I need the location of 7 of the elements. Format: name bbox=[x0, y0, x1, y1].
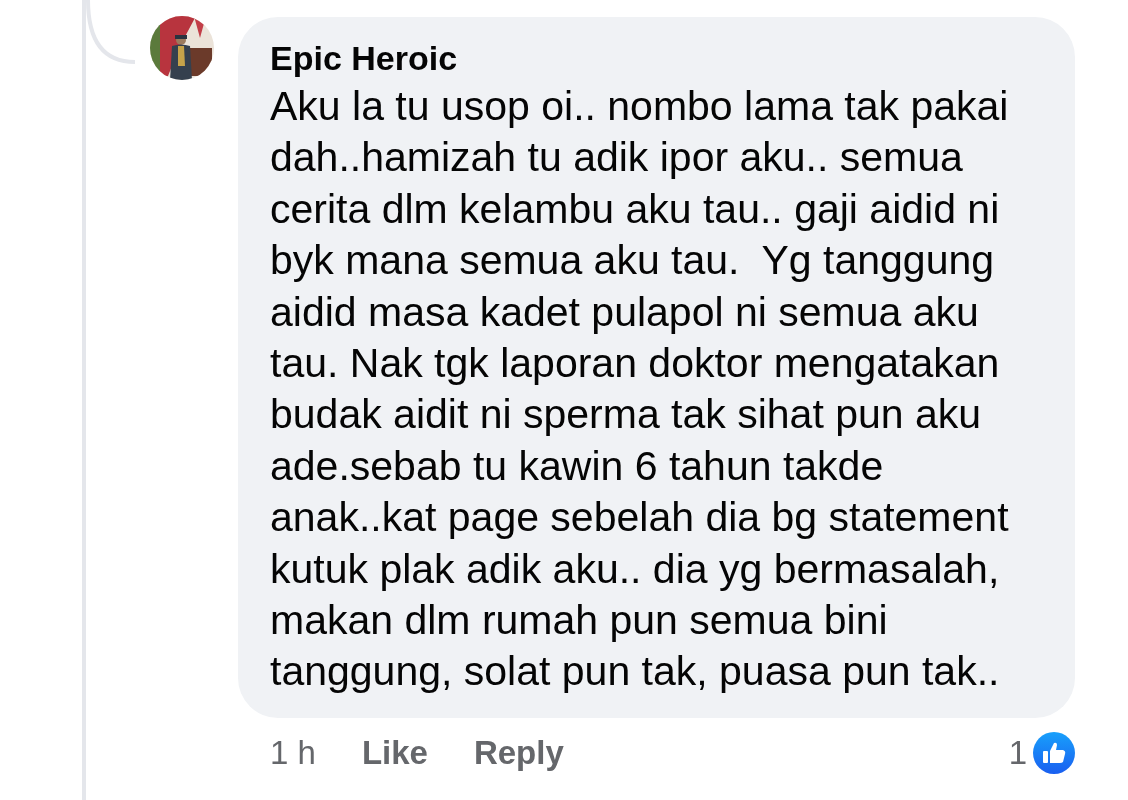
comment-text: Aku la tu usop oi.. nombo lama tak pakai dah..hamizah tu adik ipor aku.. semua cerita dlm kelambu aku tau.. gaji aidid ni byk mana semua aku tau. Yg tanggung aidid masa kadet pulapol ni semua aku tau. Nak tgk laporan doktor mengatakan budak aidit ni sperma tak sihat pun aku ade.sebab tu kawin 6 tahun takde anak..kat page sebelah dia bg statement kutuk plak adik aku.. dia yg bermasalah, makan dlm rumah pun semua bini tanggung, solat pun tak, puasa pun tak.. bbox=[270, 82, 1010, 697]
comment-time: 1 h bbox=[270, 733, 316, 772]
author-name: Epic Heroic bbox=[270, 39, 459, 77]
reply-link[interactable]: Reply bbox=[473, 733, 564, 772]
like-link[interactable]: Like bbox=[361, 733, 428, 772]
thumbs-up-icon bbox=[1033, 731, 1075, 774]
reaction-count: 1 bbox=[1008, 733, 1027, 772]
